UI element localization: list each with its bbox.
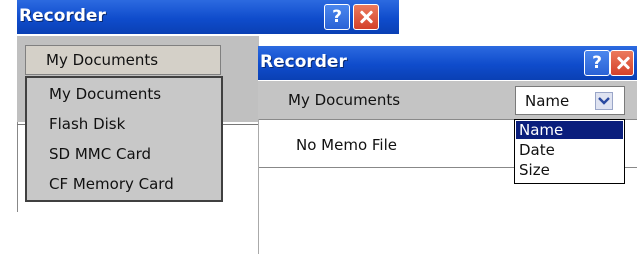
location-option[interactable]: Flash Disk [27, 112, 221, 136]
location-option[interactable]: SD MMC Card [27, 142, 221, 166]
close-button[interactable] [610, 50, 634, 76]
window-edge [258, 119, 259, 254]
location-option[interactable]: My Documents [27, 82, 221, 106]
help-icon: ? [592, 53, 602, 73]
location-dropdown-list: My Documents Flash Disk SD MMC Card CF M… [25, 76, 223, 202]
location-label: My Documents [288, 91, 401, 109]
location-option[interactable]: CF Memory Card [27, 172, 221, 196]
title-bar: Recorder ? [17, 0, 399, 34]
window-title: Recorder [260, 52, 347, 72]
window-title: Recorder [19, 6, 106, 26]
recorder-window-front: Recorder ? My Documents Name No Memo Fil… [258, 46, 637, 254]
title-bar: Recorder ? [258, 46, 637, 80]
close-button[interactable] [353, 4, 379, 30]
location-combo[interactable]: My Documents [25, 45, 221, 75]
dropdown-arrow[interactable] [595, 92, 613, 110]
sort-select[interactable]: Name [515, 86, 625, 115]
chevron-down-icon [598, 97, 610, 105]
location-combo-value: My Documents [46, 51, 159, 69]
sort-option[interactable]: Date [516, 141, 623, 159]
sort-dropdown-list: Name Date Size [514, 119, 625, 184]
help-icon: ? [332, 7, 342, 27]
sort-select-value: Name [525, 92, 570, 110]
sort-option[interactable]: Size [516, 161, 623, 179]
sort-option-selected[interactable]: Name [516, 121, 623, 139]
window-edge [17, 122, 18, 212]
help-button[interactable]: ? [584, 50, 610, 76]
empty-message: No Memo File [296, 136, 397, 154]
help-button[interactable]: ? [324, 4, 350, 30]
